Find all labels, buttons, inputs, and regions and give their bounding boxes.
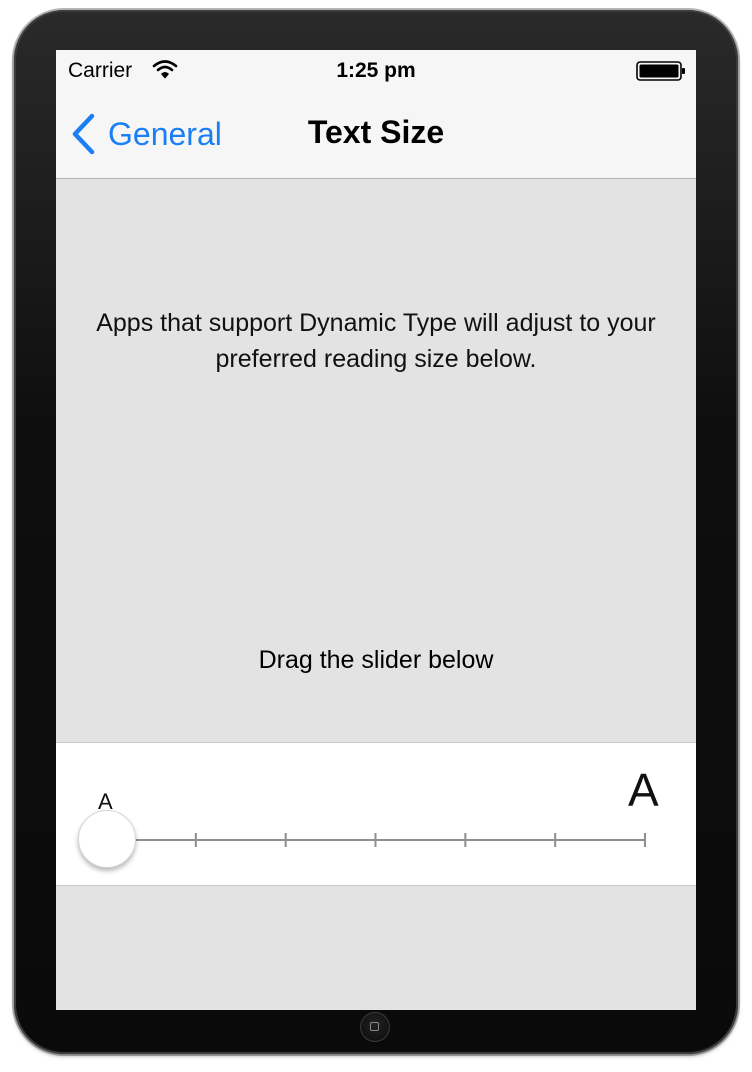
home-button-square-icon — [370, 1022, 379, 1031]
home-button[interactable] — [360, 1012, 390, 1042]
slider-thumb[interactable] — [78, 810, 136, 868]
page-title: Text Size — [307, 114, 445, 150]
slider-instruction: Drag the slider below — [258, 646, 494, 674]
clock-time: 1:25 pm — [336, 59, 416, 82]
screen: Carrier 1:25 pm General Text Size Apps t… — [56, 50, 696, 1010]
text-size-slider-panel: A A — [56, 742, 696, 886]
dynamic-type-description: Apps that support Dynamic Type will adju… — [96, 309, 656, 373]
battery-full-icon — [636, 61, 685, 81]
large-text-indicator: A — [628, 764, 659, 816]
text-size-slider-track[interactable] — [106, 829, 646, 851]
status-bar: Carrier 1:25 pm — [56, 50, 696, 90]
navigation-bar: General Text Size — [56, 90, 696, 179]
